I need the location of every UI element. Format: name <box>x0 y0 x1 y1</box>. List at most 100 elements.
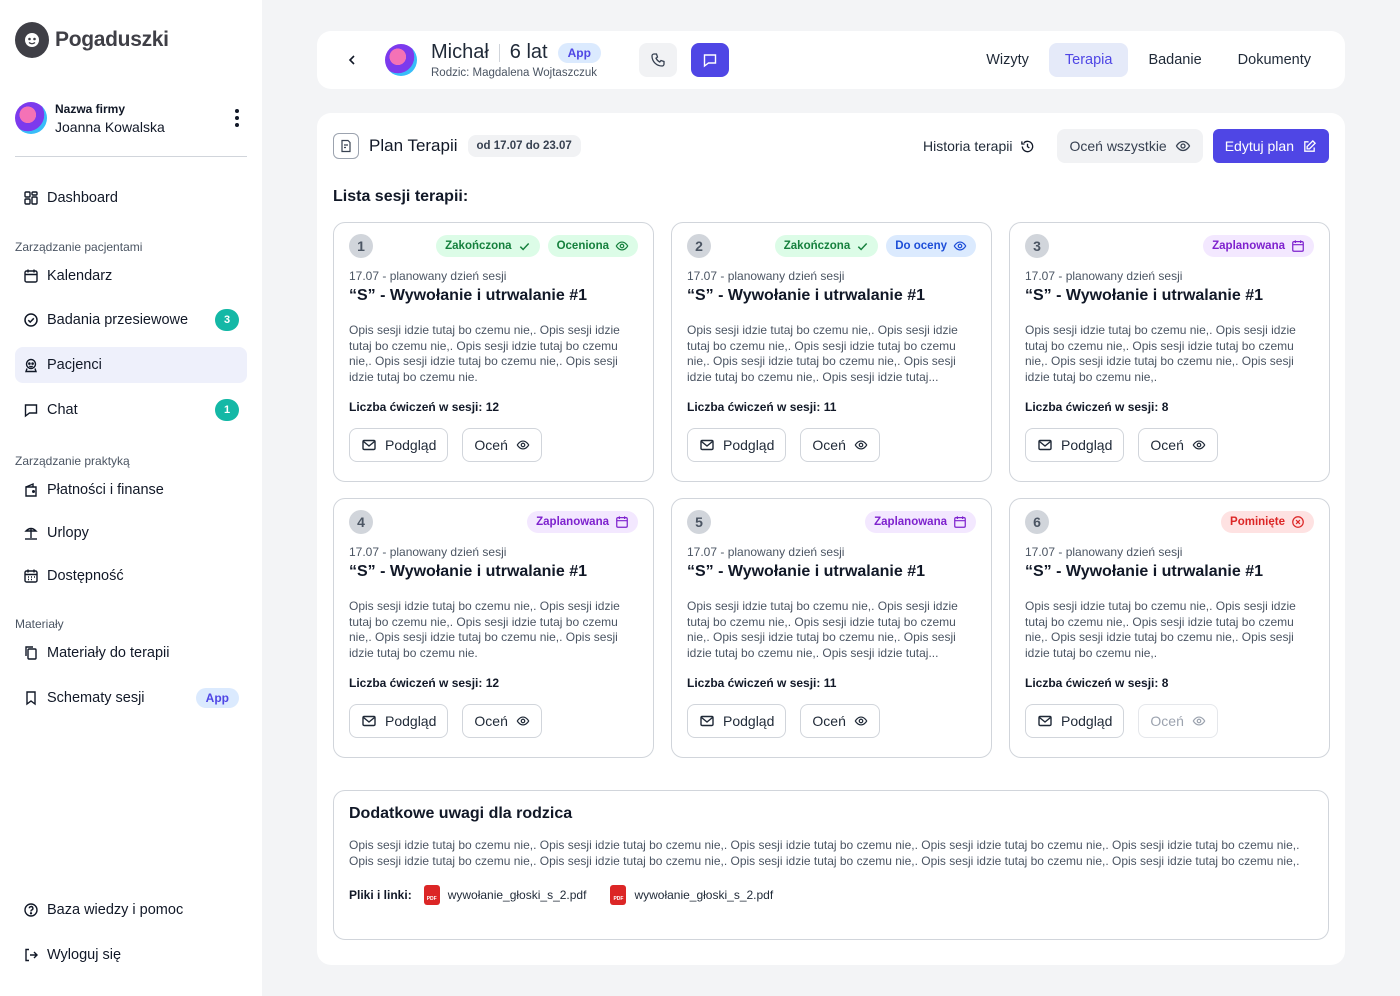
session-title: “S” - Wywołanie i utrwalanie #1 <box>687 287 925 304</box>
eye-icon <box>854 438 868 452</box>
file-link[interactable]: PDF wywołanie_głoski_s_2.pdf <box>423 885 587 905</box>
preview-button[interactable]: Podgląd <box>349 704 449 738</box>
preview-button[interactable]: Podgląd <box>687 428 787 462</box>
sidebar-item-label: Chat <box>47 402 78 418</box>
section-label-patients: Zarządzanie pacjentami <box>15 240 143 254</box>
status-label: Zaplanowana <box>1212 240 1285 252</box>
preview-button[interactable]: Podgląd <box>687 704 787 738</box>
sidebar-item-label: Kalendarz <box>47 268 113 284</box>
wallet-icon <box>25 482 37 497</box>
screening-count-badge: 3 <box>215 309 239 331</box>
preview-button[interactable]: Podgląd <box>349 428 449 462</box>
session-date: 17.07 - planowany dzień sesji <box>349 269 507 283</box>
exercise-count: Liczba ćwiczeń w sesji: 12 <box>349 400 500 414</box>
session-number: 4 <box>349 510 373 534</box>
beach-icon <box>24 527 38 540</box>
user-profile[interactable]: Nazwa firmy Joanna Kowalska <box>15 98 247 138</box>
sidebar-item-label: Dashboard <box>47 190 118 206</box>
sidebar-item-calendar[interactable]: Kalendarz <box>15 258 247 294</box>
header-separator <box>498 43 500 62</box>
sidebar-item-screening[interactable]: Badania przesiewowe 3 <box>15 302 247 338</box>
status-badge: Zakończona <box>774 235 879 257</box>
tab-dokumenty[interactable]: Dokumenty <box>1222 43 1327 77</box>
plan-date-range: od 17.07 do 23.07 <box>467 135 581 157</box>
rate-button: Oceń <box>1138 704 1218 738</box>
exercise-count: Liczba ćwiczeń w sesji: 12 <box>349 676 500 690</box>
calendar-icon <box>953 515 967 529</box>
sidebar-item-label: Materiały do terapii <box>47 645 170 661</box>
rate-label: Oceń <box>474 713 508 729</box>
tab-wizyty[interactable]: Wizyty <box>970 43 1045 77</box>
status-badge: Zakończona <box>436 235 540 257</box>
preview-button[interactable]: Podgląd <box>1025 428 1125 462</box>
mail-icon <box>699 437 715 453</box>
preview-label: Podgląd <box>723 713 775 729</box>
rate-button[interactable]: Oceń <box>800 704 880 738</box>
exercise-count: Liczba ćwiczeń w sesji: 8 <box>1025 400 1169 414</box>
session-card: 3 Zaplanowana 17.07 - planowany dzień se… <box>1009 222 1330 482</box>
calendar-grid-icon <box>24 569 38 583</box>
sidebar-item-materials[interactable]: Materiały do terapii <box>15 635 247 671</box>
status-badge: Do oceny <box>886 235 976 257</box>
rate-button[interactable]: Oceń <box>462 428 542 462</box>
status-badge: Zaplanowana <box>527 511 638 533</box>
rate-all-button[interactable]: Oceń wszystkie <box>1057 129 1203 163</box>
message-button[interactable] <box>690 43 729 77</box>
more-options-icon[interactable] <box>227 106 247 130</box>
sidebar-item-patients[interactable]: Pacjenci <box>15 347 247 383</box>
sidebar-item-payments[interactable]: Płatności i finanse <box>15 472 247 508</box>
sidebar-item-logout[interactable]: Wyloguj się <box>15 937 247 973</box>
app-logo[interactable]: Pogaduszki <box>15 22 169 58</box>
edit-plan-button[interactable]: Edytuj plan <box>1212 129 1329 163</box>
edit-plan-label: Edytuj plan <box>1224 138 1294 154</box>
rate-label: Oceń <box>812 437 846 453</box>
sidebar-divider <box>15 156 247 157</box>
check-icon <box>856 240 869 253</box>
mail-icon <box>361 437 377 453</box>
exercise-count: Liczba ćwiczeń w sesji: 11 <box>687 676 837 690</box>
rate-button[interactable]: Oceń <box>462 704 542 738</box>
tab-badanie[interactable]: Badanie <box>1132 43 1217 77</box>
x-circle-icon <box>1291 515 1305 529</box>
file-link[interactable]: PDF wywołanie_głoski_s_2.pdf <box>610 885 773 905</box>
sidebar-item-holidays[interactable]: Urlopy <box>15 515 247 551</box>
session-number: 2 <box>687 234 711 258</box>
sidebar-item-label: Baza wiedzy i pomoc <box>47 902 184 918</box>
chat-icon <box>24 404 38 418</box>
session-description: Opis sesji idzie tutaj bo czemu nie,. Op… <box>687 323 958 384</box>
sidebar-item-label: Wyloguj się <box>47 947 122 963</box>
therapy-plan-panel: Plan Terapii od 17.07 do 23.07 Historia … <box>317 113 1345 965</box>
patient-name: Michał <box>431 41 489 63</box>
session-description: Opis sesji idzie tutaj bo czemu nie,. Op… <box>349 599 620 660</box>
session-list-title: Lista sesji terapii: <box>333 188 469 205</box>
mail-icon <box>1037 437 1053 453</box>
preview-button[interactable]: Podgląd <box>1025 704 1125 738</box>
chat-icon <box>703 54 717 68</box>
sidebar-item-help[interactable]: Baza wiedzy i pomoc <box>15 892 247 928</box>
session-card: 1 Zakończona Oceniona 17.07 - planowany … <box>333 222 654 482</box>
rate-button[interactable]: Oceń <box>1138 428 1218 462</box>
chevron-left-icon <box>348 55 355 65</box>
rate-button[interactable]: Oceń <box>800 428 880 462</box>
patient-avatar <box>385 44 417 76</box>
file-name: wywołanie_głoski_s_2.pdf <box>447 888 587 902</box>
sidebar-item-chat[interactable]: Chat 1 <box>15 392 247 428</box>
status-badge: Zaplanowana <box>1203 235 1314 257</box>
status-label: Do oceny <box>895 240 947 252</box>
patient-app-badge: App <box>557 42 601 63</box>
sidebar: Pogaduszki Nazwa firmy Joanna Kowalska D… <box>0 0 262 996</box>
sidebar-item-dashboard[interactable]: Dashboard <box>15 180 247 216</box>
tab-terapia[interactable]: Terapia <box>1048 43 1129 77</box>
attached-files: Pliki i linki: PDF wywołanie_głoski_s_2.… <box>349 885 1313 905</box>
therapy-history-button[interactable]: Historia terapii <box>911 129 1047 163</box>
call-button[interactable] <box>638 43 677 77</box>
session-number: 6 <box>1025 510 1049 534</box>
status-label: Zakończona <box>783 240 851 252</box>
sidebar-item-schemes[interactable]: Schematy sesji App <box>15 680 247 716</box>
sidebar-item-availability[interactable]: Dostępność <box>15 558 247 594</box>
pdf-file-icon: PDF <box>423 885 440 905</box>
back-button[interactable] <box>335 43 369 77</box>
calendar-icon <box>615 515 629 529</box>
session-date: 17.07 - planowany dzień sesji <box>687 269 845 283</box>
session-card: 5 Zaplanowana 17.07 - planowany dzień se… <box>671 498 992 758</box>
